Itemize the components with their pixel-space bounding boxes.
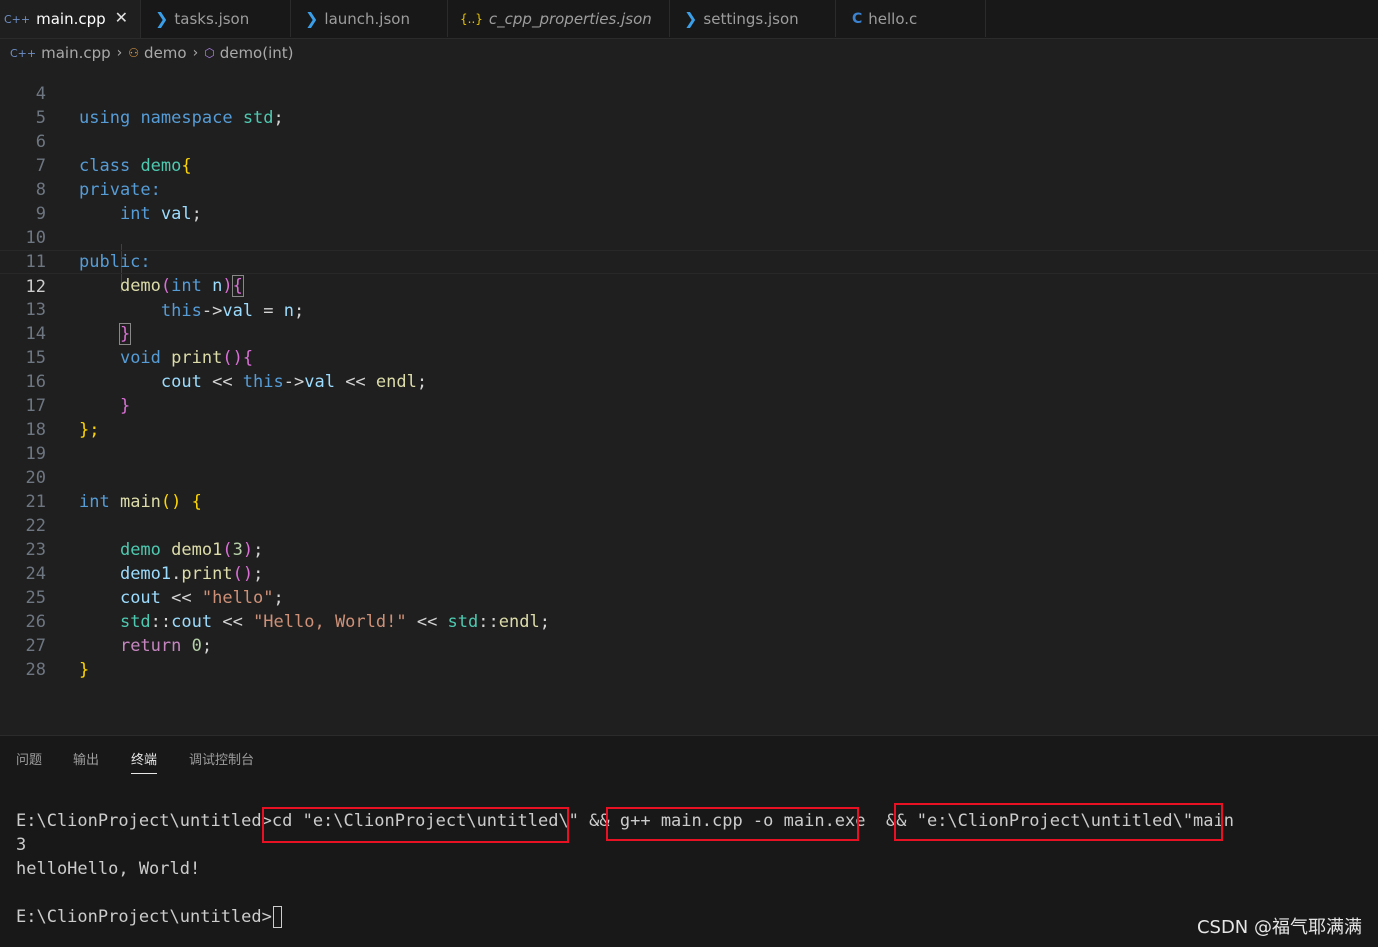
watermark: CSDN @福气耶满满: [1196, 917, 1362, 938]
tab-label: main.cpp: [36, 10, 106, 28]
terminal-prompt: E:\ClionProject\untitled>: [16, 811, 272, 831]
code-line: 14 void print(){: [0, 298, 1378, 368]
tab-c-cpp-properties-json[interactable]: {..} c_cpp_properties.json: [448, 0, 670, 37]
breadcrumb-item-class[interactable]: demo: [144, 44, 187, 62]
code-line: 22 demo demo1(3);: [0, 490, 1378, 560]
code-line: 20 int main() {: [0, 442, 1378, 512]
code-line: 18: [0, 394, 1378, 440]
panel-tab-debug-console[interactable]: 调试控制台: [189, 749, 254, 773]
code-line: 27 }: [0, 610, 1378, 680]
json-braces-icon: {..}: [460, 11, 483, 26]
tab-launch-json[interactable]: ❯ launch.json: [291, 0, 448, 37]
panel-tab-problems[interactable]: 问题: [16, 749, 42, 773]
panel-tab-terminal[interactable]: 终端: [131, 749, 158, 774]
code-line: 19: [0, 418, 1378, 464]
code-line: 7 private:: [0, 130, 1378, 200]
tab-hello-c[interactable]: C hello.c: [836, 0, 986, 37]
code-line: 8 int val;: [0, 154, 1378, 224]
cpp-file-icon: C++: [10, 46, 37, 60]
code-line: 26 return 0;: [0, 586, 1378, 656]
tab-label: launch.json: [324, 9, 410, 28]
terminal-prompt: E:\ClionProject\untitled>: [16, 907, 272, 927]
breadcrumb-item-file[interactable]: main.cpp: [41, 44, 111, 62]
vscode-icon: ❯: [155, 9, 169, 28]
close-icon[interactable]: ✕: [115, 8, 128, 27]
breadcrumb-item-method[interactable]: demo(int): [220, 44, 294, 62]
code-line: 24 cout << "hello";: [0, 538, 1378, 608]
code-editor[interactable]: 4 using namespace std; 5 6 class demo{ 7…: [0, 64, 1378, 735]
code-line: 28: [0, 634, 1378, 680]
vscode-icon: ❯: [684, 9, 698, 28]
tab-settings-json[interactable]: ❯ settings.json: [670, 0, 836, 37]
class-icon: ⚇: [128, 46, 140, 60]
code-line: 23 demo1.print();: [0, 514, 1378, 584]
tab-label: hello.c: [868, 9, 918, 28]
tab-label: c_cpp_properties.json: [488, 9, 652, 28]
highlight-box-run: [894, 803, 1223, 841]
code-line: 11 demo(int n){: [0, 226, 1378, 297]
code-line: 21: [0, 466, 1378, 512]
line-number: 28: [25, 660, 46, 680]
highlight-box-gpp: [606, 807, 859, 841]
code-line-current: 12 this->val = n;: [0, 250, 1378, 321]
code-line: 15 cout << this->val << endl;: [0, 322, 1378, 392]
panel-tab-output[interactable]: 输出: [73, 749, 99, 773]
bottom-panel: 问题 输出 终端 调试控制台 E:\ClionProject\untitled>…: [0, 735, 1378, 947]
code-line: 4 using namespace std;: [0, 64, 1378, 128]
tab-label: settings.json: [703, 9, 799, 28]
vscode-icon: ❯: [305, 9, 319, 28]
chevron-right-icon: ›: [192, 45, 199, 61]
tab-main-cpp[interactable]: C++ main.cpp ✕: [0, 0, 141, 38]
terminal-output-line: 3: [16, 835, 27, 855]
terminal-cursor: [272, 906, 282, 928]
code-line: 17 };: [0, 370, 1378, 440]
chevron-right-icon: ›: [116, 45, 123, 61]
code-line: 13 }: [0, 274, 1378, 345]
code-line: 9: [0, 178, 1378, 224]
breadcrumb: C++ main.cpp › ⚇ demo › ⬡ demo(int): [0, 40, 1378, 66]
terminal-input-line[interactable]: E:\ClionProject\untitled>: [16, 905, 282, 929]
tab-label: tasks.json: [174, 9, 250, 28]
cpp-file-icon: C++: [4, 12, 31, 26]
terminal-output-line: helloHello, World!: [16, 859, 201, 879]
highlight-box-cd: [262, 807, 569, 843]
code-line: 6 class demo{: [0, 106, 1378, 176]
tab-tasks-json[interactable]: ❯ tasks.json: [141, 0, 291, 37]
method-icon: ⬡: [204, 46, 215, 60]
code-line: 25 std::cout << "Hello, World!" << std::…: [0, 562, 1378, 632]
code-line: 5: [0, 82, 1378, 128]
c-file-icon: C: [852, 10, 863, 27]
code-line: 10 public:: [0, 202, 1378, 272]
editor-tab-bar: C++ main.cpp ✕ ❯ tasks.json ❯ launch.jso…: [0, 0, 1378, 39]
code-line: 16 }: [0, 346, 1378, 416]
